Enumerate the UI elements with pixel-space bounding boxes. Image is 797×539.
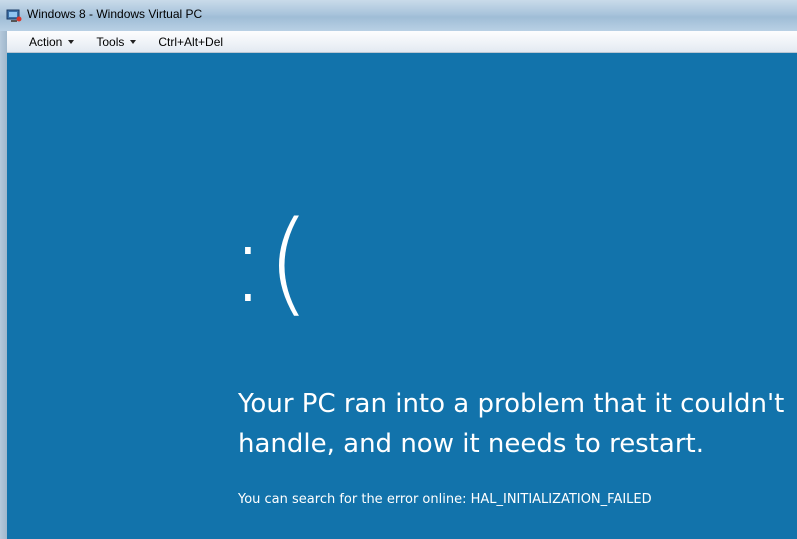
chevron-down-icon bbox=[68, 40, 75, 44]
vm-screen[interactable]: :( Your PC ran into a problem that it co… bbox=[7, 53, 797, 539]
menu-action-label: Action bbox=[29, 34, 63, 49]
window-frame-left bbox=[0, 31, 7, 539]
menu-tools[interactable]: Tools bbox=[96, 34, 137, 49]
menu-ctrl-alt-del-label: Ctrl+Alt+Del bbox=[158, 34, 224, 49]
chevron-down-icon bbox=[130, 40, 137, 44]
window-title: Windows 8 - Windows Virtual PC bbox=[27, 7, 203, 21]
menu-ctrl-alt-del[interactable]: Ctrl+Alt+Del bbox=[158, 35, 223, 49]
virtual-pc-icon[interactable] bbox=[6, 8, 22, 22]
error-detail: You can search for the error online: HAL… bbox=[238, 492, 652, 507]
menu-tools-label: Tools bbox=[96, 34, 125, 49]
menu-bar: Action Tools Ctrl+Alt+Del bbox=[7, 31, 797, 53]
error-message: Your PC ran into a problem that it could… bbox=[238, 389, 785, 459]
window-titlebar[interactable]: Windows 8 - Windows Virtual PC bbox=[0, 0, 797, 31]
sad-face: :( bbox=[229, 198, 311, 328]
menu-action[interactable]: Action bbox=[29, 34, 75, 49]
